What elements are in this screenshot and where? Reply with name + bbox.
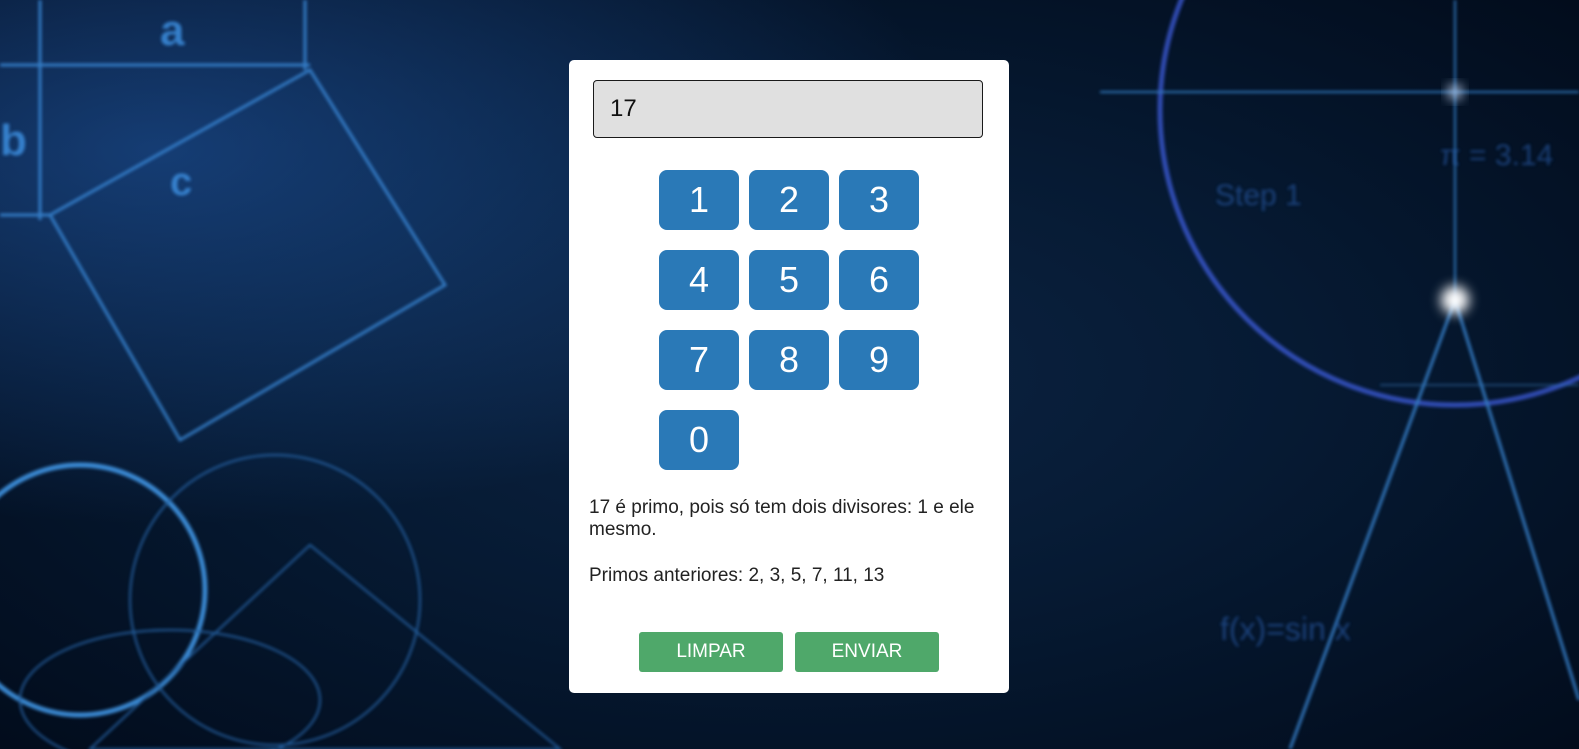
key-0[interactable]: 0	[659, 410, 739, 470]
svg-text:c: c	[170, 160, 192, 204]
result-panel: 17 é primo, pois só tem dois divisores: …	[589, 497, 989, 587]
key-3[interactable]: 3	[839, 170, 919, 230]
clear-button[interactable]: LIMPAR	[639, 632, 783, 672]
keypad: 1 2 3 4 5 6 7 8 9 0	[659, 170, 929, 470]
key-6[interactable]: 6	[839, 250, 919, 310]
svg-text:f(x)=sin x: f(x)=sin x	[1220, 611, 1351, 647]
key-1[interactable]: 1	[659, 170, 739, 230]
svg-text:a: a	[160, 6, 185, 55]
key-2[interactable]: 2	[749, 170, 829, 230]
key-8[interactable]: 8	[749, 330, 829, 390]
result-spacer	[589, 541, 989, 565]
svg-text:b: b	[0, 116, 27, 165]
submit-button[interactable]: ENVIAR	[795, 632, 939, 672]
key-5[interactable]: 5	[749, 250, 829, 310]
calculator-card: 17 1 2 3 4 5 6 7 8 9 0 17 é primo, pois …	[569, 60, 1009, 693]
svg-text:π = 3.14: π = 3.14	[1440, 139, 1553, 172]
prime-result-message: 17 é primo, pois só tem dois divisores: …	[589, 497, 975, 540]
number-display[interactable]: 17	[593, 80, 983, 138]
previous-primes-text: Primos anteriores: 2, 3, 5, 7, 11, 13	[589, 565, 885, 586]
key-9[interactable]: 9	[839, 330, 919, 390]
svg-text:Step 1: Step 1	[1215, 179, 1302, 212]
key-7[interactable]: 7	[659, 330, 739, 390]
key-4[interactable]: 4	[659, 250, 739, 310]
